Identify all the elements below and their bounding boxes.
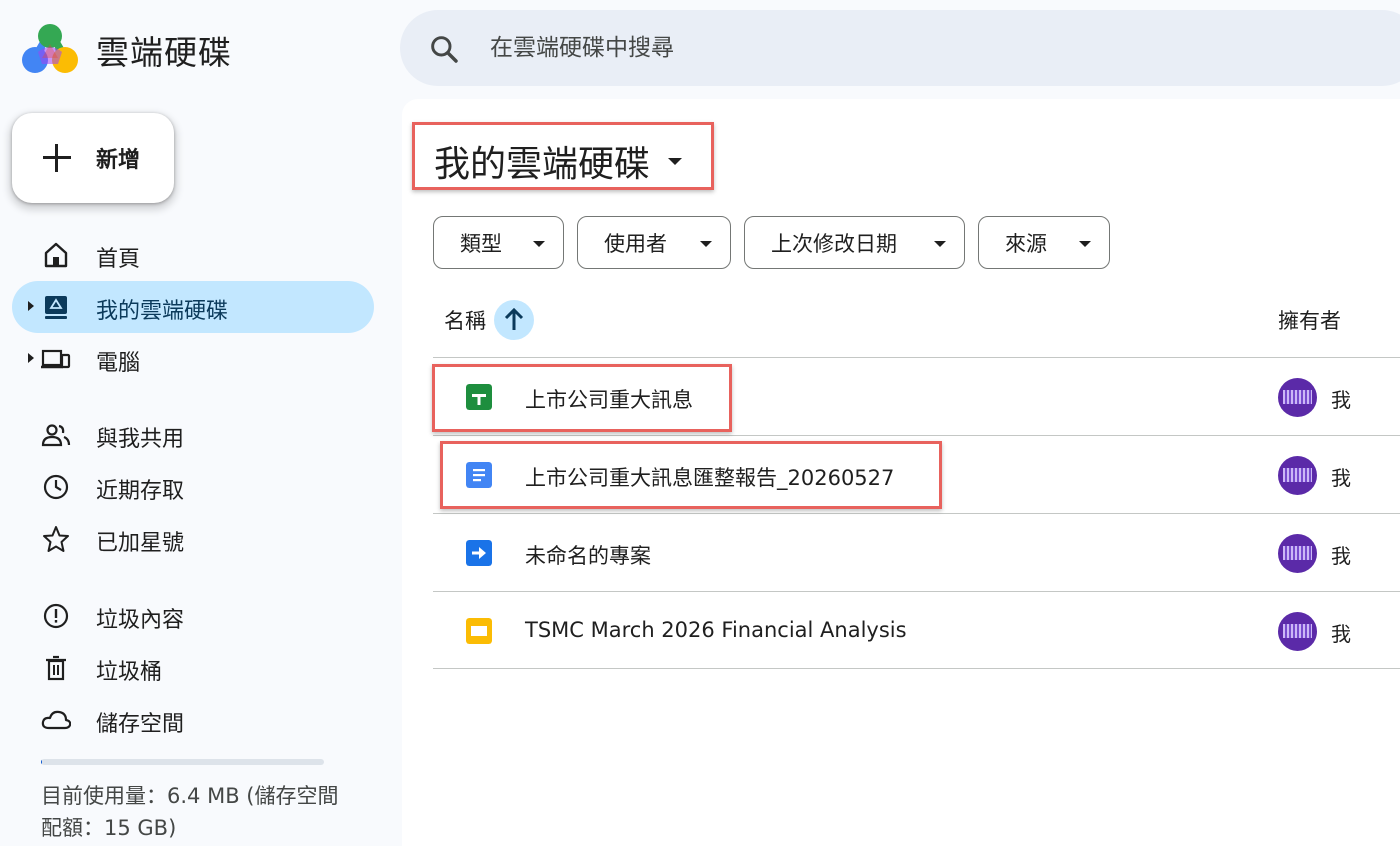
plus-icon xyxy=(42,143,72,173)
file-row[interactable]: TSMC March 2026 Financial Analysis 我 xyxy=(433,591,1400,669)
page-title-dropdown[interactable]: 我的雲端硬碟 xyxy=(434,135,683,187)
file-row[interactable]: 未命名的專案 我 xyxy=(433,513,1400,591)
computers-icon xyxy=(41,349,71,369)
sidebar-item-my-drive[interactable]: 我的雲端硬碟 xyxy=(12,281,374,333)
sidebar-item-label: 電腦 xyxy=(96,351,141,376)
dropdown-arrow-icon xyxy=(1079,241,1091,247)
sidebar-item-storage[interactable]: 儲存空間 xyxy=(12,694,374,746)
filter-label: 上次修改日期 xyxy=(771,231,897,256)
avatar xyxy=(1278,534,1317,573)
file-owner: 我 xyxy=(1331,544,1351,568)
avatar xyxy=(1278,378,1317,417)
file-row[interactable]: 上市公司重大訊息匯整報告_20260527 我 xyxy=(433,435,1400,513)
filter-modified-chip[interactable]: 上次修改日期 xyxy=(744,216,965,269)
file-name: TSMC March 2026 Financial Analysis xyxy=(525,618,907,642)
spam-icon xyxy=(43,603,69,629)
dropdown-arrow-icon xyxy=(533,241,545,247)
avatar xyxy=(1278,612,1317,651)
filter-label: 類型 xyxy=(460,231,502,256)
new-button[interactable]: 新增 xyxy=(12,113,174,203)
sidebar-item-label: 與我共用 xyxy=(96,427,185,452)
new-button-label: 新增 xyxy=(96,148,141,173)
sidebar-item-label: 近期存取 xyxy=(96,479,185,504)
expand-caret-icon[interactable] xyxy=(28,301,34,311)
sidebar-item-starred[interactable]: 已加星號 xyxy=(12,513,374,565)
sidebar-item-label: 垃圾內容 xyxy=(96,608,185,633)
sidebar-item-trash[interactable]: 垃圾桶 xyxy=(12,642,374,694)
dropdown-arrow-icon xyxy=(700,241,712,247)
file-name: 未命名的專案 xyxy=(525,544,651,568)
sidebar-item-label: 首頁 xyxy=(96,247,141,272)
column-header-name[interactable]: 名稱 xyxy=(444,305,486,335)
dropdown-arrow-icon xyxy=(668,157,683,165)
dropdown-arrow-icon xyxy=(934,241,946,247)
file-row[interactable]: 上市公司重大訊息 我 xyxy=(433,357,1400,435)
filter-source-chip[interactable]: 來源 xyxy=(978,216,1110,269)
star-icon xyxy=(43,526,69,552)
file-name: 上市公司重大訊息 xyxy=(525,388,693,412)
file-owner: 我 xyxy=(1331,388,1351,412)
sheets-icon xyxy=(466,384,492,410)
sidebar-item-spam[interactable]: 垃圾內容 xyxy=(12,590,374,642)
sidebar-item-label: 儲存空間 xyxy=(96,712,185,737)
arrow-up-icon xyxy=(504,307,524,330)
storage-usage-fill xyxy=(41,759,43,765)
shared-icon xyxy=(41,424,71,447)
slides-icon xyxy=(466,618,492,644)
sidebar-item-label: 垃圾桶 xyxy=(96,660,163,685)
column-header-owner[interactable]: 擁有者 xyxy=(1278,305,1341,335)
search-bar[interactable] xyxy=(400,10,1400,86)
sidebar-item-recent[interactable]: 近期存取 xyxy=(12,461,374,513)
filter-label: 來源 xyxy=(1005,231,1047,256)
app-title: 雲端硬碟 xyxy=(96,33,232,72)
file-owner: 我 xyxy=(1331,622,1351,646)
main-panel: 我的雲端硬碟 類型 使用者 上次修改日期 來源 名稱 擁有者 上市公司重大訊息 … xyxy=(402,99,1400,846)
docs-icon xyxy=(466,462,492,488)
search-icon[interactable] xyxy=(428,33,460,65)
page-title: 我的雲端硬碟 xyxy=(434,144,651,185)
file-owner: 我 xyxy=(1331,466,1351,490)
trash-icon xyxy=(46,655,66,681)
apps-script-icon xyxy=(466,540,492,566)
home-icon xyxy=(44,242,68,268)
sidebar-item-computers[interactable]: 電腦 xyxy=(12,333,374,385)
avatar xyxy=(1278,456,1317,495)
sidebar-item-label: 已加星號 xyxy=(96,531,185,556)
clock-icon xyxy=(43,474,69,500)
sidebar-item-home[interactable]: 首頁 xyxy=(12,229,374,281)
storage-usage-text: 目前使用量：6.4 MB (儲存空間配額：15 GB) xyxy=(41,784,339,840)
expand-caret-icon[interactable] xyxy=(28,353,34,363)
sort-direction-button[interactable] xyxy=(494,300,534,340)
drive-logo-icon xyxy=(22,24,78,73)
search-input[interactable] xyxy=(490,30,1190,66)
filter-label: 使用者 xyxy=(604,231,667,256)
cloud-icon xyxy=(41,710,71,730)
my-drive-icon xyxy=(45,296,67,319)
file-name: 上市公司重大訊息匯整報告_20260527 xyxy=(525,466,895,490)
sidebar-item-shared[interactable]: 與我共用 xyxy=(12,409,374,461)
filter-people-chip[interactable]: 使用者 xyxy=(577,216,731,269)
storage-usage-bar xyxy=(41,759,324,765)
sidebar-item-label: 我的雲端硬碟 xyxy=(96,299,229,324)
filter-type-chip[interactable]: 類型 xyxy=(433,216,564,269)
